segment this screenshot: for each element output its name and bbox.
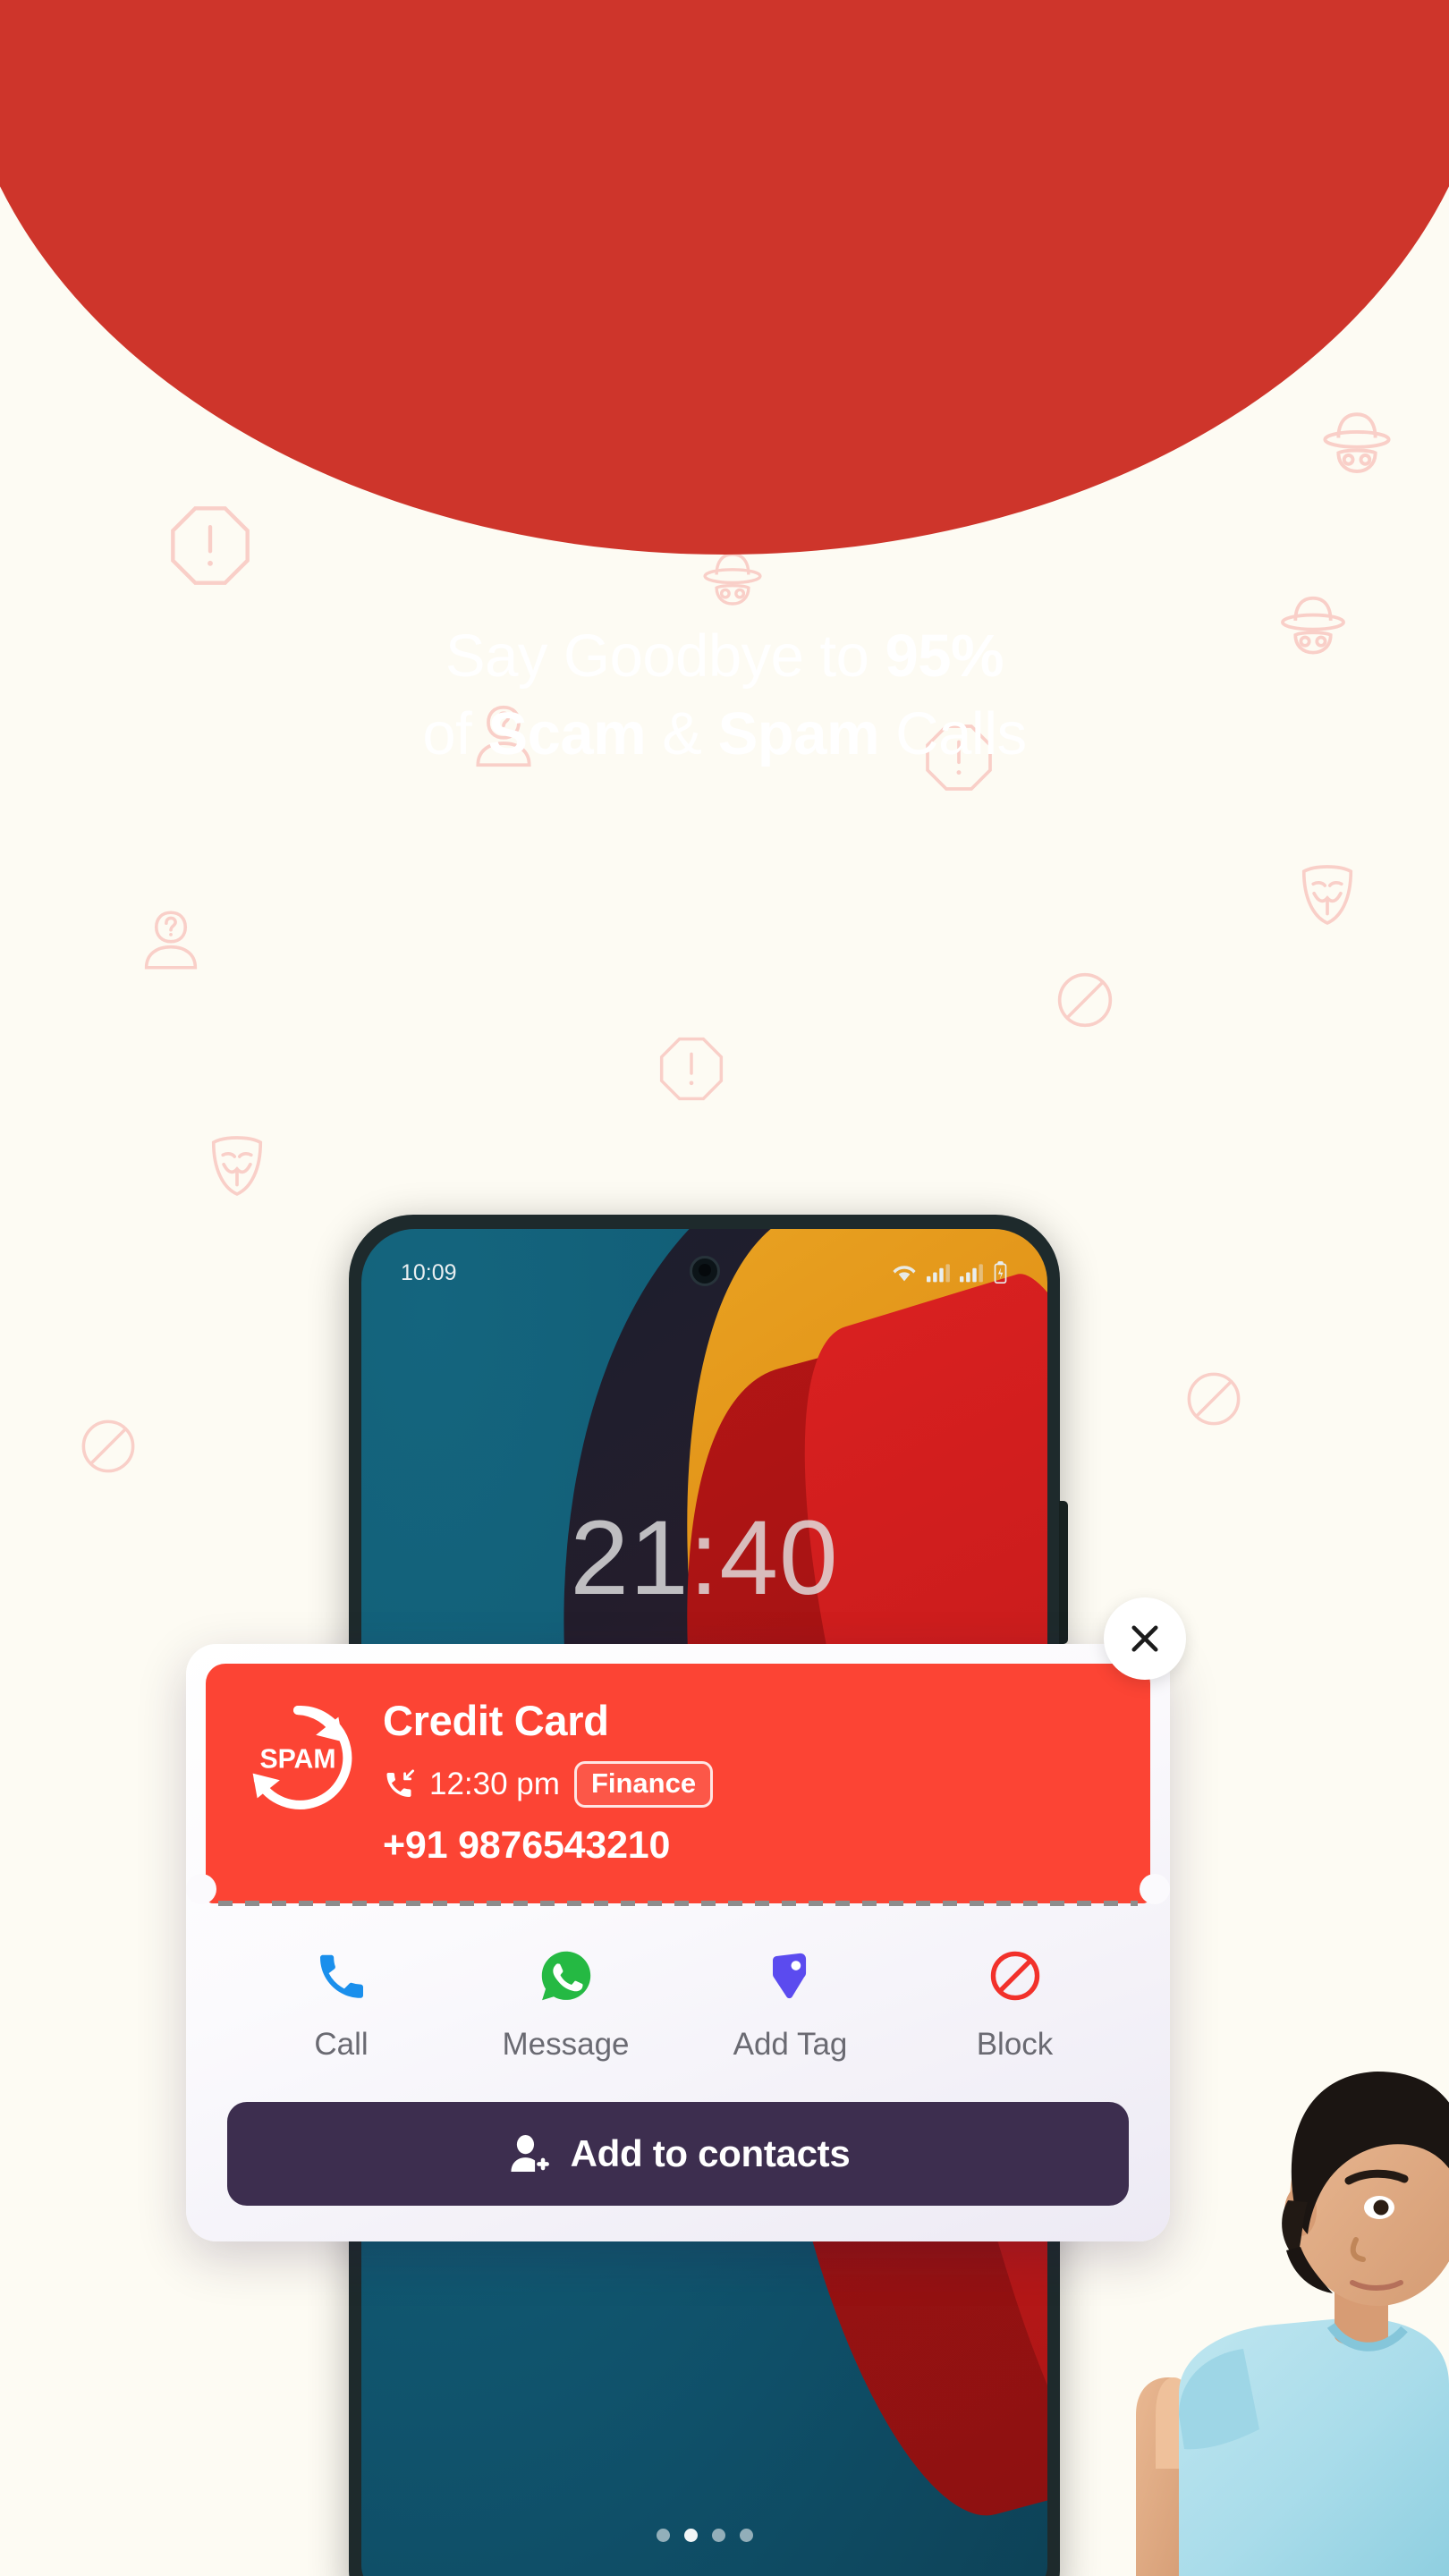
tag-icon bbox=[678, 1939, 902, 2012]
whatsapp-icon bbox=[453, 1939, 678, 2012]
action-call[interactable]: Call bbox=[229, 1939, 453, 2063]
decor-spy-hat-icon bbox=[1317, 404, 1397, 485]
action-call-label: Call bbox=[314, 2027, 369, 2062]
ticket-notch-right bbox=[1140, 1874, 1170, 1904]
action-block[interactable]: Block bbox=[902, 1939, 1127, 2063]
block-icon bbox=[902, 1939, 1127, 2012]
decor-block-icon bbox=[1049, 964, 1121, 1036]
page-dot[interactable] bbox=[656, 2529, 670, 2542]
hero-line2-prefix: of bbox=[422, 700, 488, 768]
battery-charging-icon bbox=[994, 1261, 1007, 1284]
hero-line1-prefix: Say Goodbye to bbox=[445, 623, 886, 690]
add-to-contacts-label: Add to contacts bbox=[570, 2132, 851, 2174]
signal-icon bbox=[960, 1264, 983, 1283]
decor-unknown-person-icon bbox=[134, 903, 208, 977]
action-block-label: Block bbox=[976, 2027, 1054, 2062]
close-button[interactable] bbox=[1104, 1597, 1186, 1680]
home-page-indicator bbox=[361, 2529, 1047, 2542]
action-message-label: Message bbox=[502, 2027, 630, 2062]
phone-icon bbox=[229, 1939, 453, 2012]
spam-caller-ticket: SPAM Credit Card 12:30 pm Finance +91 98… bbox=[186, 1664, 1170, 1906]
page-dot[interactable] bbox=[739, 2529, 753, 2542]
action-add-tag-label: Add Tag bbox=[733, 2027, 848, 2062]
ticket-perforation bbox=[218, 1901, 1138, 1906]
status-time: 10:09 bbox=[401, 1259, 457, 1285]
action-message[interactable]: Message bbox=[453, 1939, 678, 2063]
decor-alert-octagon-icon bbox=[656, 1033, 727, 1105]
call-meta-row: 12:30 pm Finance bbox=[383, 1761, 714, 1808]
wifi-icon bbox=[893, 1266, 916, 1282]
decor-block-icon bbox=[1179, 1364, 1249, 1434]
phone-power-button[interactable] bbox=[1059, 1501, 1068, 1644]
hero-line1-emphasis: 95% bbox=[885, 623, 1004, 690]
decor-alert-octagon-icon bbox=[165, 501, 255, 590]
page-dot[interactable] bbox=[711, 2529, 725, 2542]
spam-call-popup: SPAM Credit Card 12:30 pm Finance +91 98… bbox=[186, 1597, 1186, 2241]
hero-line2-suffix: Calls bbox=[879, 700, 1027, 768]
incoming-call-icon bbox=[386, 1769, 415, 1797]
status-indicators bbox=[892, 1261, 1008, 1284]
action-row: Call Message Add Tag Block bbox=[206, 1903, 1150, 2072]
ticket-notch-left bbox=[186, 1874, 216, 1904]
svg-text:SPAM: SPAM bbox=[259, 1744, 335, 1774]
decor-block-icon bbox=[73, 1411, 143, 1481]
caller-phone-number: +91 9876543210 bbox=[383, 1824, 671, 1867]
hero-line2-middle: & bbox=[646, 700, 718, 768]
hero-headline: Say Goodbye to 95% of Scam & Spam Calls bbox=[0, 617, 1449, 773]
spam-badge-icon: SPAM bbox=[242, 1701, 354, 1818]
hero-line-1: Say Goodbye to 95% bbox=[0, 617, 1449, 695]
caller-name: Credit Card bbox=[383, 1697, 609, 1744]
decor-anonymous-mask-icon bbox=[1290, 854, 1365, 929]
signal-icon bbox=[927, 1264, 950, 1283]
hero-line2-emphasis-2: Spam bbox=[717, 700, 880, 768]
caller-details: Credit Card 12:30 pm Finance +91 9876543… bbox=[383, 1696, 714, 1868]
lockscreen-clock: 21:40 bbox=[570, 1499, 839, 1617]
decor-anonymous-mask-icon bbox=[199, 1125, 275, 1200]
add-person-icon bbox=[510, 2134, 549, 2172]
status-bar: 10:09 bbox=[361, 1254, 1047, 1292]
close-icon bbox=[1131, 1625, 1158, 1652]
action-add-tag[interactable]: Add Tag bbox=[678, 1939, 902, 2063]
decor-spy-hat-icon bbox=[698, 546, 767, 615]
hero-line-2: of Scam & Spam Calls bbox=[0, 695, 1449, 773]
hero-banner bbox=[0, 0, 1449, 555]
add-to-contacts-button[interactable]: Add to contacts bbox=[227, 2102, 1129, 2206]
call-time: 12:30 pm bbox=[429, 1767, 560, 1801]
hero-line2-emphasis-1: Scam bbox=[487, 700, 647, 768]
page-dot-active[interactable] bbox=[683, 2529, 698, 2542]
category-tag[interactable]: Finance bbox=[573, 1761, 714, 1808]
